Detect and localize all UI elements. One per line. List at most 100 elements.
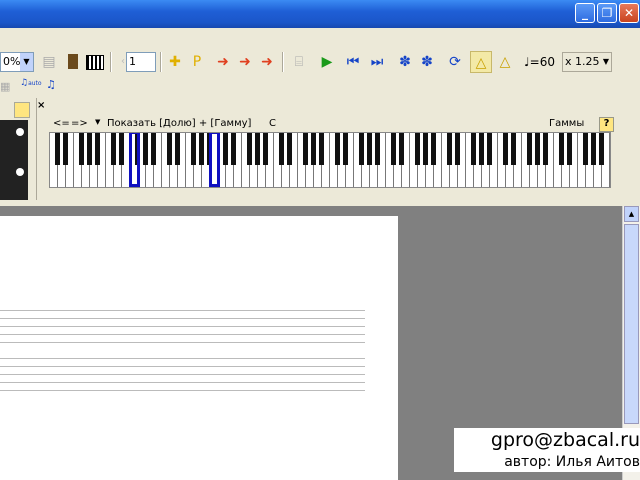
close-button[interactable]: ✕ [619,3,639,23]
skip-forward-icon[interactable]: ⏭ [366,51,388,73]
piano-icon[interactable] [84,51,106,73]
scroll-up-arrow[interactable]: ▲ [624,206,639,222]
black-key[interactable] [167,133,172,165]
black-key[interactable] [391,133,396,165]
help-icon[interactable]: ? [599,117,614,132]
grid-icon[interactable]: ▦ [0,80,12,94]
black-key[interactable] [63,133,68,165]
black-key[interactable] [223,133,228,165]
piano-keyboard[interactable] [49,132,611,188]
red-arrow-icon-2[interactable]: ➜ [234,51,256,73]
black-key[interactable] [111,133,116,165]
black-key[interactable] [543,133,548,165]
watermark-author: автор: Илья Аитов [504,454,640,470]
black-key[interactable] [287,133,292,165]
black-key[interactable] [151,133,156,165]
scroll-thumb[interactable] [624,224,639,424]
black-key[interactable] [279,133,284,165]
page-number: 1 [129,55,136,68]
black-key[interactable] [479,133,484,165]
play-icon[interactable]: ▶ [316,51,338,73]
black-key[interactable] [335,133,340,165]
black-key[interactable] [311,133,316,165]
page-number-field[interactable]: 1 [126,52,156,72]
black-key[interactable] [359,133,364,165]
black-key[interactable] [255,133,260,165]
speed-value: x 1.25 [565,55,600,68]
skip-back-icon[interactable]: ⏮ [342,51,364,73]
black-key[interactable] [527,133,532,165]
score-page[interactable] [0,216,398,480]
black-key[interactable] [471,133,476,165]
black-key[interactable] [567,133,572,165]
print-icon[interactable]: ▤ [38,51,60,73]
highlighted-key [209,133,220,187]
black-key[interactable] [559,133,564,165]
staff-line [0,358,365,359]
prev-button[interactable]: <= [53,118,70,129]
black-key[interactable] [95,133,100,165]
metronome-icon[interactable]: △ [470,51,492,73]
black-key[interactable] [599,133,604,165]
black-key[interactable] [535,133,540,165]
next-button[interactable]: => [71,118,88,129]
black-key[interactable] [487,133,492,165]
black-key[interactable] [399,133,404,165]
black-key[interactable] [511,133,516,165]
black-key[interactable] [583,133,588,165]
scales-label[interactable]: Гаммы [549,118,584,129]
black-key[interactable] [55,133,60,165]
black-key[interactable] [319,133,324,165]
minimize-button[interactable]: _ [575,3,595,23]
fretboard[interactable] [0,120,28,200]
book-icon[interactable] [62,51,84,73]
black-key[interactable] [175,133,180,165]
secondary-toolbar: ▦ ♫auto ♫ [0,78,640,98]
red-arrow-icon-1[interactable]: ➜ [212,51,234,73]
black-key[interactable] [87,133,92,165]
metronome-off-icon[interactable]: △ [494,51,516,73]
black-key[interactable] [247,133,252,165]
edit-note-icon[interactable]: P [186,51,208,73]
black-key[interactable] [503,133,508,165]
black-key[interactable] [375,133,380,165]
help-icon[interactable] [14,102,30,118]
add-note-icon[interactable]: ✚ [164,51,186,73]
black-key[interactable] [367,133,372,165]
black-key[interactable] [199,133,204,165]
black-key[interactable] [143,133,148,165]
black-key[interactable] [343,133,348,165]
red-arrow-icon-3[interactable]: ➜ [256,51,278,73]
note-button[interactable]: ♫ [46,78,60,96]
black-key[interactable] [191,133,196,165]
black-key[interactable] [455,133,460,165]
black-key[interactable] [431,133,436,165]
black-key[interactable] [423,133,428,165]
loop-icon[interactable]: ⟳ [444,51,466,73]
black-key[interactable] [591,133,596,165]
black-key[interactable] [231,133,236,165]
black-key[interactable] [303,133,308,165]
keyboard-header: <= => ▼ Показать [Долю] + [Гамму] C Гамм… [47,117,617,132]
show-selector[interactable]: Показать [Долю] + [Гамму] [107,118,251,129]
chevron-down-icon[interactable]: ▼ [20,53,33,71]
auto-note-button[interactable]: ♫auto [20,78,42,96]
tempo-display[interactable]: ♩=60 [524,55,555,69]
paw-icon-2[interactable]: ✽ [416,51,438,73]
black-key[interactable] [119,133,124,165]
watermark-email: gpro@zbacal.ru [490,429,640,451]
paw-icon-1[interactable]: ✽ [394,51,416,73]
speed-combo[interactable]: x 1.25 ▼ [562,52,612,72]
black-key[interactable] [79,133,84,165]
black-key[interactable] [447,133,452,165]
guitar-icon[interactable]: ⌸ [288,51,310,73]
panel-close-button[interactable]: × [37,100,45,111]
chevron-down-icon[interactable]: ▼ [603,53,609,71]
tempo-value: 60 [539,55,556,69]
zoom-combo[interactable]: 0% ▼ [0,52,34,72]
staff-line [0,318,365,319]
black-key[interactable] [263,133,268,165]
chevron-down-icon[interactable]: ▼ [95,118,100,126]
black-key[interactable] [415,133,420,165]
restore-button[interactable]: ❐ [597,3,617,23]
